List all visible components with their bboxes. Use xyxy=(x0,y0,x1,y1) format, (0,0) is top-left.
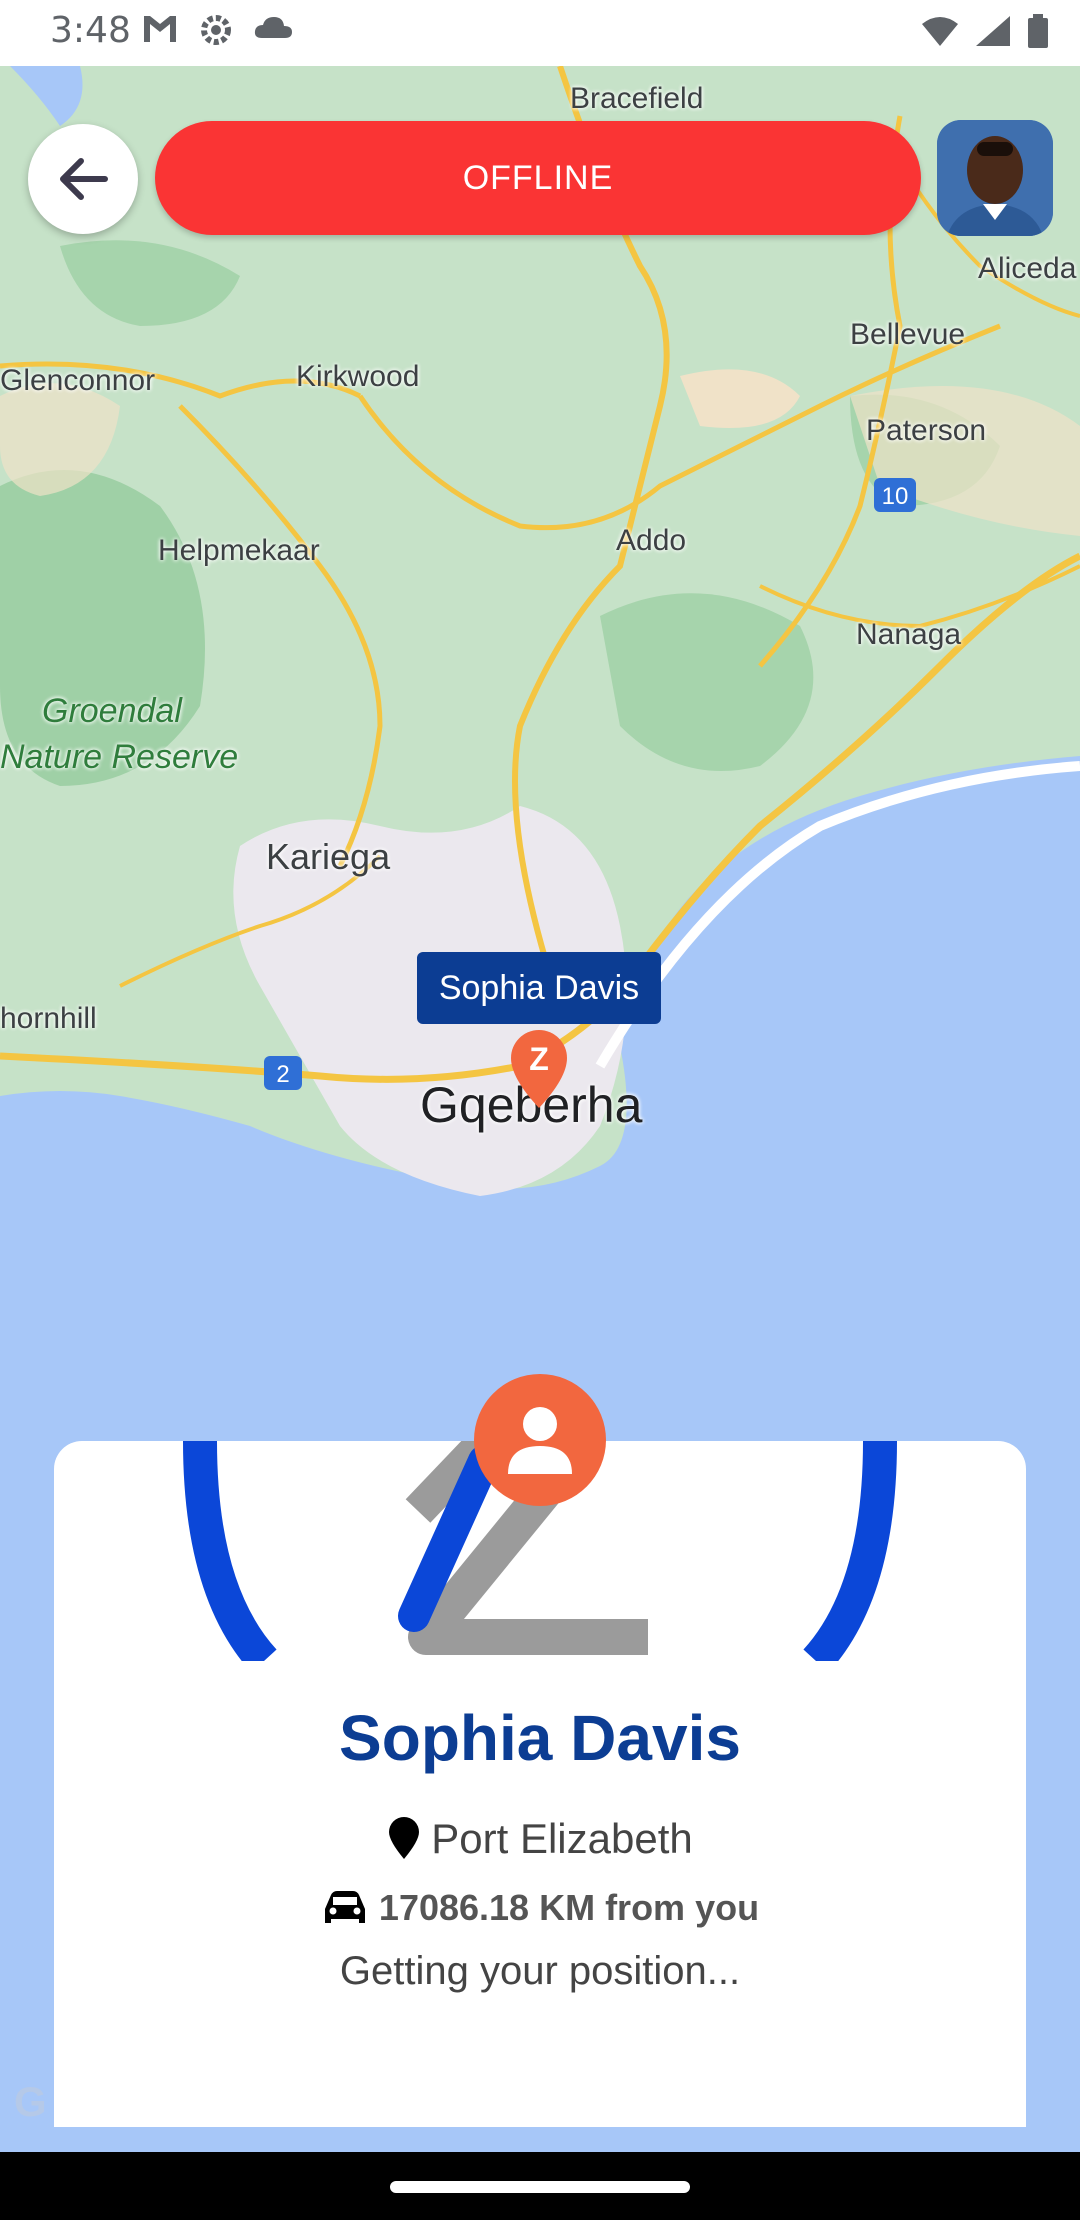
road-shield-10: 10 xyxy=(882,483,909,510)
map-pin-icon[interactable]: Z xyxy=(505,1026,573,1110)
map-label-kirkwood: Kirkwood xyxy=(296,360,420,393)
map-label-bracefield: Bracefield xyxy=(570,82,704,115)
map-label-hornhill: hornhill xyxy=(0,1002,97,1035)
status-icons-right xyxy=(920,14,1050,50)
home-gesture-pill[interactable] xyxy=(390,2181,690,2193)
driver-city-row: Port Elizabeth xyxy=(54,1815,1026,1863)
profile-bubble xyxy=(474,1374,606,1506)
status-toggle-button[interactable]: OFFLINE xyxy=(155,121,921,235)
position-status: Getting your position... xyxy=(339,1949,741,1993)
map-label-bellevue: Bellevue xyxy=(850,318,966,351)
map-pin-logo: Z xyxy=(529,1041,549,1077)
map-label-paterson: Paterson xyxy=(866,414,987,447)
map-pin-callout[interactable]: Sophia Davis xyxy=(417,952,661,1024)
driver-card: Sophia Davis Port Elizabeth 17086.18 KM … xyxy=(54,1441,1026,2127)
status-icons-left xyxy=(140,12,294,48)
status-bar: 3:48 xyxy=(0,0,1080,66)
signal-icon xyxy=(976,16,1010,46)
map-label-aliceda: Aliceda xyxy=(978,252,1077,285)
car-icon xyxy=(324,1891,365,1923)
driver-name: Sophia Davis xyxy=(339,1702,741,1774)
gmail-icon xyxy=(144,16,176,42)
location-pin-icon xyxy=(389,1817,420,1859)
driver-distance: 17086.18 KM from you xyxy=(378,1887,760,1928)
map-label-nature-reserve: Nature Reserve xyxy=(0,738,239,776)
map-label-glenconnor: Glenconnor xyxy=(0,364,156,397)
status-time: 3:48 xyxy=(50,10,131,51)
map-label-helpmekaar: Helpmekaar xyxy=(158,534,320,567)
cloud-icon xyxy=(254,17,292,38)
person-icon xyxy=(508,1407,572,1474)
road-shield-2: 2 xyxy=(276,1061,289,1088)
battery-icon xyxy=(1028,14,1048,48)
arrow-left-icon xyxy=(60,158,108,200)
wifi-icon xyxy=(922,17,958,46)
map-label-groendal: Groendal xyxy=(42,692,182,730)
map-label-nanaga: Nanaga xyxy=(856,618,962,651)
settings-gear-icon xyxy=(201,15,231,45)
map-label-kariega: Kariega xyxy=(266,836,391,877)
driver-distance-row: 17086.18 KM from you xyxy=(54,1887,1026,1929)
driver-city: Port Elizabeth xyxy=(431,1815,693,1862)
back-button[interactable] xyxy=(28,124,138,234)
map-label-addo: Addo xyxy=(616,524,687,557)
avatar[interactable] xyxy=(937,120,1053,236)
avatar-image xyxy=(937,120,1053,236)
google-watermark: G xyxy=(14,2078,47,2125)
